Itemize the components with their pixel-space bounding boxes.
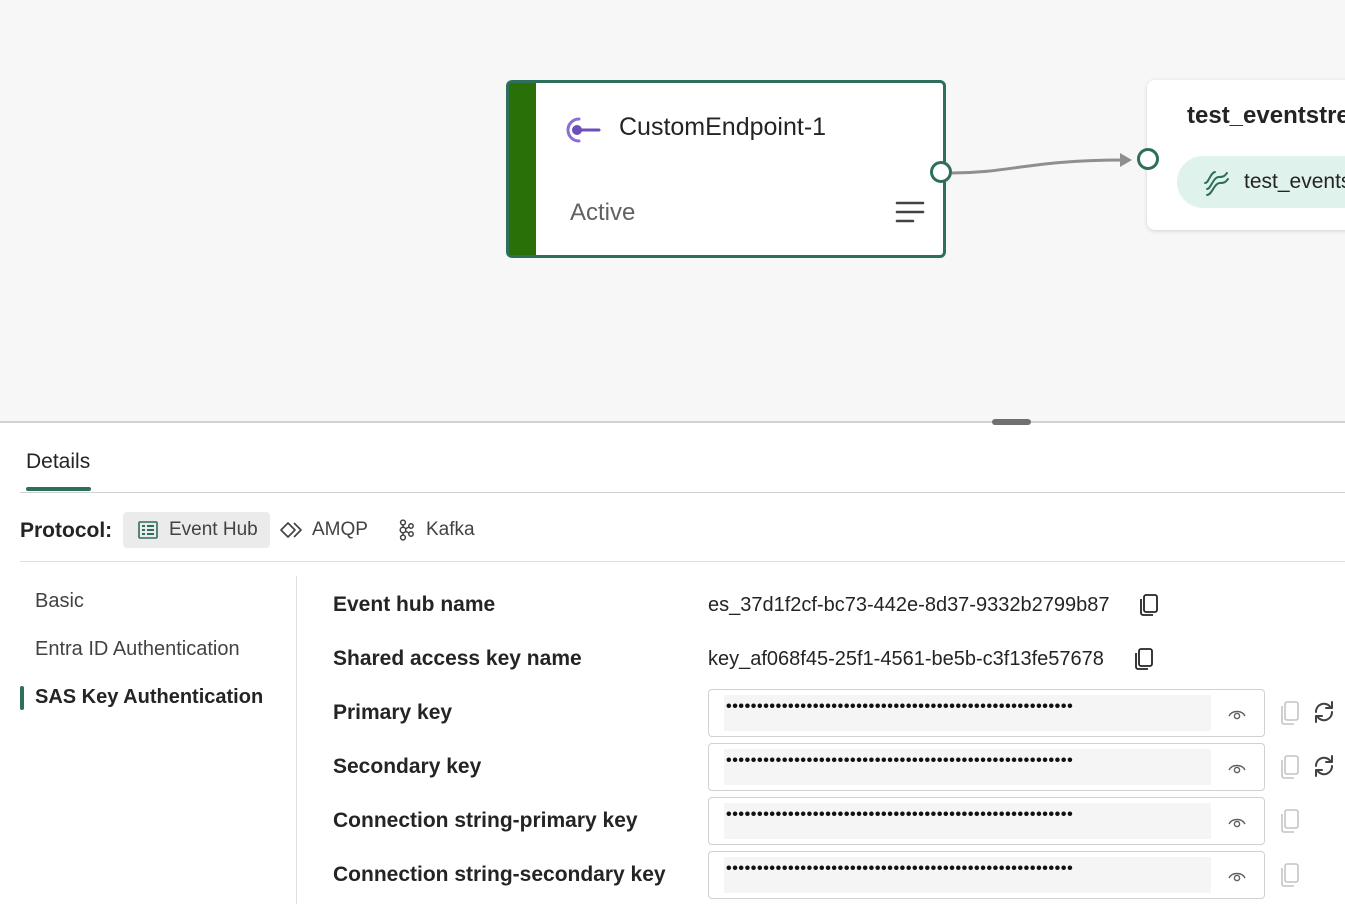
primary-key-field[interactable]: ••••••••••••••••••••••••••••••••••••••••…: [708, 689, 1265, 737]
protocol-event-hub-label: Event Hub: [169, 519, 258, 540]
nav-item-sas-key-authentication[interactable]: SAS Key Authentication: [35, 686, 263, 709]
protocol-divider: [20, 561, 1345, 562]
copy-event-hub-name-icon[interactable]: [1138, 593, 1160, 617]
destination-node-title: test_eventstream: [1187, 102, 1345, 129]
connection-string-primary-key-field[interactable]: ••••••••••••••••••••••••••••••••••••••••…: [708, 797, 1265, 845]
copy-secondary-key-icon[interactable]: [1279, 754, 1301, 780]
nav-item-basic[interactable]: Basic: [35, 590, 84, 613]
panel-resize-handle[interactable]: [992, 419, 1031, 425]
copy-shared-access-key-name-icon[interactable]: [1133, 647, 1155, 671]
eventstream-icon: [1204, 171, 1229, 196]
custom-endpoint-icon: [566, 117, 601, 143]
source-node-title: CustomEndpoint-1: [619, 113, 827, 141]
primary-key-label: Primary key: [333, 701, 453, 724]
destination-stream-pill[interactable]: test_eventstream: [1177, 156, 1345, 208]
source-node-status: Active: [570, 199, 636, 226]
shared-access-key-name-label: Shared access key name: [333, 647, 582, 670]
protocol-kafka-label: Kafka: [426, 519, 475, 540]
copy-primary-key-icon[interactable]: [1279, 700, 1301, 726]
event-hub-icon: [138, 521, 158, 539]
event-hub-name-value: es_37d1f2cf-bc73-442e-8d37-9332b2799b87: [708, 594, 1110, 616]
nav-item-entra-id-authentication[interactable]: Entra ID Authentication: [35, 638, 240, 661]
kafka-icon: [399, 519, 414, 541]
protocol-amqp-label: AMQP: [312, 519, 368, 540]
connection-string-secondary-key-masked-value: ••••••••••••••••••••••••••••••••••••••••…: [726, 860, 1074, 877]
auth-nav: [20, 576, 297, 904]
tab-details[interactable]: Details: [26, 450, 90, 474]
copy-connection-string-primary-key-icon[interactable]: [1279, 808, 1301, 834]
protocol-amqp-button[interactable]: AMQP: [266, 512, 380, 548]
connection-string-secondary-key-input[interactable]: ••••••••••••••••••••••••••••••••••••••••…: [724, 857, 1211, 893]
primary-key-masked-value: ••••••••••••••••••••••••••••••••••••••••…: [726, 698, 1074, 715]
nav-selected-indicator: [20, 686, 24, 710]
secondary-key-label: Secondary key: [333, 755, 482, 778]
node-menu-icon[interactable]: [895, 199, 925, 225]
tabs-divider: [20, 492, 1345, 493]
secondary-key-field[interactable]: ••••••••••••••••••••••••••••••••••••••••…: [708, 743, 1265, 791]
destination-stream-label: test_eventstream: [1244, 170, 1345, 193]
shared-access-key-name-value: key_af068f45-25f1-4561-be5b-c3f13fe57678: [708, 648, 1104, 670]
show-secondary-key-icon[interactable]: [1227, 758, 1247, 778]
connection-string-primary-key-input[interactable]: ••••••••••••••••••••••••••••••••••••••••…: [724, 803, 1211, 839]
secondary-key-input[interactable]: ••••••••••••••••••••••••••••••••••••••••…: [724, 749, 1211, 785]
show-connection-string-secondary-key-icon[interactable]: [1227, 866, 1247, 886]
source-node-custom-endpoint[interactable]: CustomEndpoint-1 Active: [506, 80, 946, 258]
protocol-event-hub-button[interactable]: Event Hub: [123, 512, 270, 548]
destination-node-eventstream[interactable]: test_eventstream test_eventstream: [1147, 80, 1345, 230]
connection-string-primary-key-masked-value: ••••••••••••••••••••••••••••••••••••••••…: [726, 806, 1074, 823]
destination-input-port[interactable]: [1137, 148, 1159, 170]
connection-string-primary-key-label: Connection string-primary key: [333, 809, 638, 832]
primary-key-input[interactable]: ••••••••••••••••••••••••••••••••••••••••…: [724, 695, 1211, 731]
connection-string-secondary-key-label: Connection string-secondary key: [333, 863, 666, 886]
copy-connection-string-secondary-key-icon[interactable]: [1279, 862, 1301, 888]
eventstream-canvas[interactable]: CustomEndpoint-1 Active test_eventstream…: [0, 0, 1345, 422]
node-connector-arrow: [951, 153, 1132, 175]
protocol-label: Protocol:: [20, 519, 113, 542]
node-status-stripe: [509, 83, 536, 255]
event-hub-name-label: Event hub name: [333, 593, 496, 616]
amqp-icon: [280, 522, 302, 538]
source-output-port[interactable]: [930, 161, 952, 183]
regenerate-secondary-key-icon[interactable]: [1311, 753, 1337, 779]
protocol-kafka-button[interactable]: Kafka: [380, 512, 487, 548]
secondary-key-masked-value: ••••••••••••••••••••••••••••••••••••••••…: [726, 752, 1074, 769]
panel-divider: [0, 421, 1345, 423]
regenerate-primary-key-icon[interactable]: [1311, 699, 1337, 725]
show-connection-string-primary-key-icon[interactable]: [1227, 812, 1247, 832]
tab-details-indicator: [26, 487, 91, 491]
connection-string-secondary-key-field[interactable]: ••••••••••••••••••••••••••••••••••••••••…: [708, 851, 1265, 899]
show-primary-key-icon[interactable]: [1227, 704, 1247, 724]
